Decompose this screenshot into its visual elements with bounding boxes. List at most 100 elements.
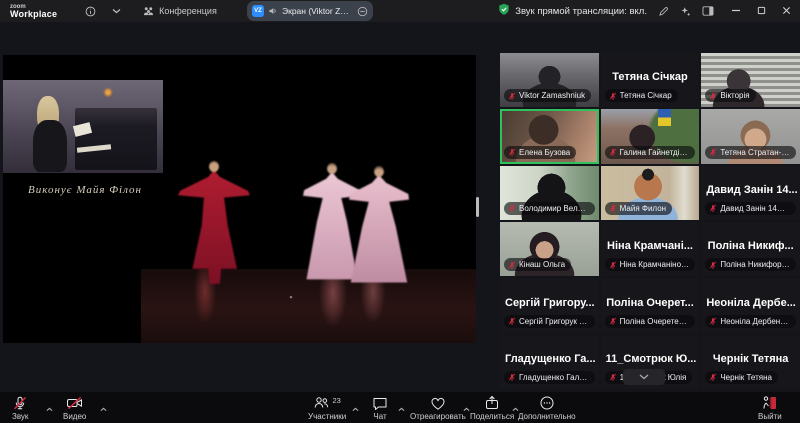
audio-button-label: Звук [12, 412, 28, 421]
share-screen-button-label: Поделиться [470, 412, 514, 421]
close-button[interactable] [782, 2, 791, 20]
tab-screen-share[interactable]: VZ Экран (Viktor Zamashniuk) [247, 1, 373, 21]
meeting-toolbar: Звук Видео [0, 392, 800, 423]
participant-tile[interactable]: Сергій Григору... Сергій Григорук 1МА [500, 278, 599, 332]
leave-button-label: Выйти [758, 412, 782, 421]
participant-tile[interactable]: Тетяна Січкар Тетяна Січкар [601, 53, 700, 107]
mic-muted-icon [609, 204, 617, 212]
participant-tile[interactable]: Поліна Никиф... Поліна Никифоренко 11... [701, 222, 800, 276]
dancer-red-costume [178, 161, 250, 285]
more-button[interactable]: Дополнительно [518, 395, 576, 421]
participants-count-badge: 23 [332, 396, 340, 405]
leave-button[interactable]: Выйти [758, 395, 782, 421]
zoom-app-window: zoom Workplace Конференция VZ [0, 0, 800, 423]
participant-label: Поліна Очеретенко_ФП... [605, 315, 696, 328]
participants-button[interactable]: 23 Участники [308, 395, 346, 421]
participant-label: Майя Филон [605, 202, 672, 215]
participant-label: Галина Гайнетдінова [605, 146, 696, 159]
heart-icon [430, 395, 446, 411]
tab-conference[interactable]: Конференция [143, 6, 217, 16]
react-button[interactable]: Отреагировать [410, 395, 466, 421]
participant-label: Елена Бузова [504, 146, 576, 159]
annotate-pencil-icon[interactable] [658, 6, 669, 17]
chat-options-chevron[interactable] [398, 399, 405, 417]
video-button-label: Видео [63, 412, 86, 421]
shield-check-icon [498, 3, 510, 19]
participant-big-name: Поліна Никиф... [701, 240, 800, 252]
mic-muted-icon [508, 148, 516, 156]
participants-button-label: Участники [308, 412, 346, 421]
participants-icon [313, 395, 330, 411]
participant-tile[interactable]: Ніна Крамчані... Ніна Крамчанінова [601, 222, 700, 276]
more-ellipsis-icon [539, 395, 555, 411]
chevron-down-icon [639, 374, 649, 380]
mic-muted-icon [709, 317, 717, 325]
chat-button-label: Чат [373, 412, 386, 421]
participant-label: Поліна Никифоренко 11... [705, 258, 796, 271]
participant-big-name: Поліна Очерет... [601, 297, 700, 309]
stop-share-icon[interactable] [357, 6, 368, 17]
participant-tile[interactable]: Гладущенко Га... Гладущенко Галина 24М..… [500, 335, 599, 389]
mic-muted-icon [709, 204, 717, 212]
info-icon[interactable] [85, 6, 96, 17]
participant-big-name: Неоніла Дербе... [701, 297, 800, 309]
leave-door-icon [761, 395, 778, 411]
participant-tile[interactable]: Поліна Очерет... Поліна Очеретенко_ФП... [601, 278, 700, 332]
participant-tile[interactable]: Тетяна Стратан-Артишк... [701, 109, 800, 163]
participant-tile[interactable]: Давид Занін 14... Давид Занін 14ММ [701, 166, 800, 220]
participants-options-chevron[interactable] [352, 399, 359, 417]
participant-tile[interactable]: Вікторія [701, 53, 800, 107]
audio-options-chevron[interactable] [46, 399, 53, 417]
participant-label: Володимир Величко [504, 202, 595, 215]
ai-companion-icon[interactable] [680, 6, 691, 17]
titlebar-right: Звук прямой трансляции: вкл. [498, 0, 791, 22]
mic-muted-icon [508, 261, 516, 269]
mic-muted-icon [609, 148, 617, 156]
scrollbar-thumb[interactable] [476, 197, 479, 217]
chat-bubble-icon [372, 395, 388, 411]
participant-tile[interactable]: Кінаш Ольга [500, 222, 599, 276]
mic-muted-icon [709, 261, 717, 269]
chevron-down-icon[interactable] [112, 8, 121, 14]
speaker-icon [268, 6, 278, 16]
maximize-button[interactable] [757, 2, 766, 20]
participant-tile[interactable]: Майя Филон [601, 166, 700, 220]
chat-button[interactable]: Чат [372, 395, 388, 421]
audio-button[interactable]: Звук [12, 395, 28, 421]
mic-muted-icon [609, 92, 617, 100]
video-options-chevron[interactable] [100, 399, 107, 417]
mic-muted-icon [609, 261, 617, 269]
participant-tile[interactable]: Галина Гайнетдінова [601, 109, 700, 163]
piano [75, 108, 157, 170]
participant-big-name: Ніна Крамчані... [601, 240, 700, 252]
participant-tile[interactable]: Viktor Zamashniuk [500, 53, 599, 107]
meeting-main-area: Виконує Майя Філон Viktor Zamashniuk [0, 22, 800, 392]
minimize-button[interactable] [731, 2, 741, 20]
mic-muted-icon [709, 148, 717, 156]
live-stream-status-text: Звук прямой трансляции: вкл. [515, 6, 647, 17]
participant-label: Вікторія [705, 89, 755, 102]
participant-tile[interactable]: Чернік Тетяна Чернік Тетяна [701, 335, 800, 389]
meeting-people-icon [143, 6, 154, 16]
mic-muted-icon [508, 204, 516, 212]
participant-tile-active-speaker[interactable]: Елена Бузова [500, 109, 599, 163]
mic-muted-icon [508, 92, 516, 100]
avatar: VZ [252, 5, 264, 17]
share-screen-button[interactable]: Поделиться [470, 395, 514, 421]
side-panel-icon[interactable] [702, 6, 714, 16]
participant-big-name: Сергій Григору... [500, 297, 599, 309]
participant-label: Чернік Тетяна [705, 371, 778, 384]
video-button[interactable]: Видео [63, 395, 86, 421]
react-button-label: Отреагировать [410, 412, 466, 421]
camera-muted-icon [66, 395, 83, 411]
participant-tile[interactable]: Володимир Величко [500, 166, 599, 220]
dancer-pink-costume-2 [349, 166, 409, 287]
mic-muted-icon [12, 395, 28, 411]
collapse-grid-button[interactable] [623, 369, 665, 385]
participant-label: Тетяна Стратан-Артишк... [705, 146, 796, 159]
participant-label: Давид Занін 14ММ [705, 202, 796, 215]
participant-big-name: Чернік Тетяна [701, 353, 800, 365]
react-options-chevron[interactable] [463, 399, 470, 417]
tab-conference-label: Конференция [159, 6, 217, 16]
participant-tile[interactable]: Неоніла Дербе... Неоніла Дербеньова [701, 278, 800, 332]
